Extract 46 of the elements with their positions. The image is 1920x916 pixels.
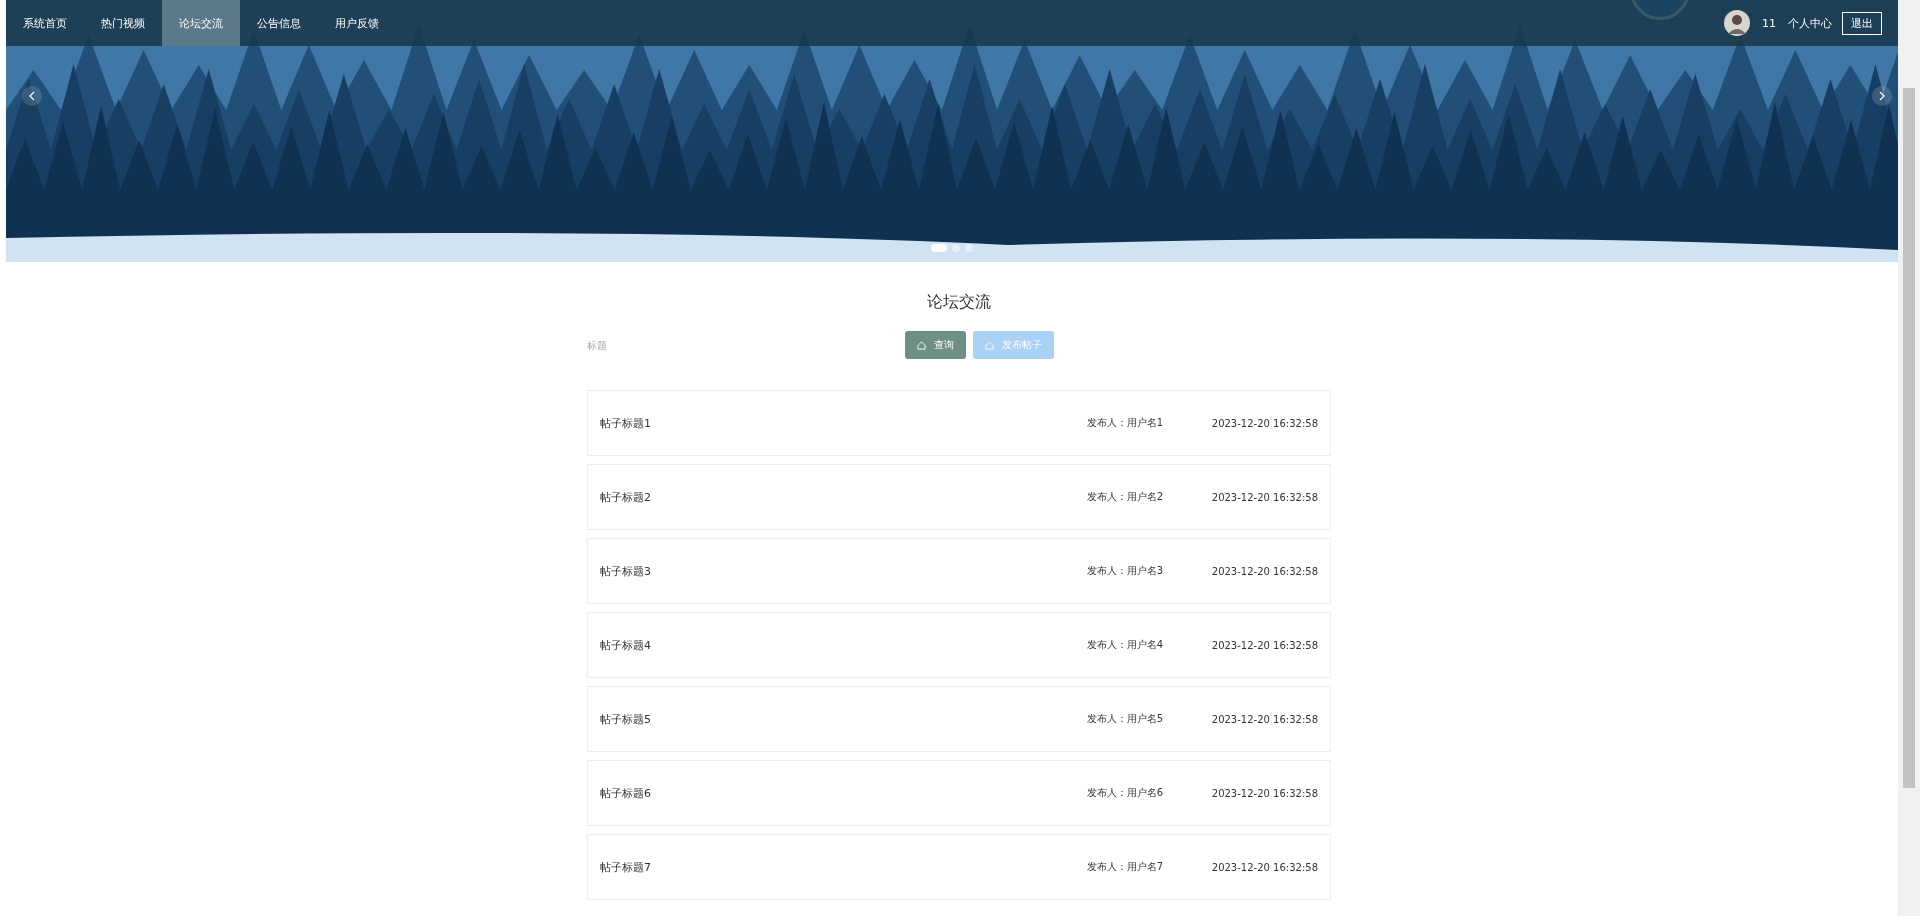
home-icon [985, 340, 994, 350]
post-time: 2023-12-20 16:32:58 [1211, 639, 1318, 651]
post-card[interactable]: 帖子标题1 发布人：用户名1 2023-12-20 16:32:58 [587, 390, 1331, 456]
post-time: 2023-12-20 16:32:58 [1211, 417, 1318, 429]
post-card[interactable]: 帖子标题4 发布人：用户名4 2023-12-20 16:32:58 [587, 612, 1331, 678]
post-time: 2023-12-20 16:32:58 [1211, 565, 1318, 577]
post-author: 发布人：用户名1 [1086, 416, 1165, 430]
user-name: 11 [1762, 16, 1776, 30]
nav-tab[interactable]: 热门视频 [84, 0, 162, 46]
nav-tab[interactable]: 用户反馈 [318, 0, 396, 46]
post-author: 发布人：用户名6 [1086, 786, 1165, 800]
post-title: 帖子标题3 [600, 563, 652, 579]
carousel-dot[interactable] [952, 244, 960, 252]
post-card[interactable]: 帖子标题5 发布人：用户名5 2023-12-20 16:32:58 [587, 686, 1331, 752]
post-time: 2023-12-20 16:32:58 [1211, 787, 1318, 799]
nav-tab[interactable]: 论坛交流 [162, 0, 240, 46]
post-card[interactable]: 帖子标题2 发布人：用户名2 2023-12-20 16:32:58 [587, 464, 1331, 530]
post-card[interactable]: 帖子标题6 发布人：用户名6 2023-12-20 16:32:58 [587, 760, 1331, 826]
nav-tab[interactable]: 系统首页 [6, 0, 84, 46]
post-card[interactable]: 帖子标题7 发布人：用户名7 2023-12-20 16:32:58 [587, 834, 1331, 900]
logout-button[interactable]: 退出 [1842, 11, 1882, 35]
post-title: 帖子标题7 [600, 859, 652, 875]
post-card[interactable]: 帖子标题3 发布人：用户名3 2023-12-20 16:32:58 [587, 538, 1331, 604]
nav-tab[interactable]: 公告信息 [240, 0, 318, 46]
chevron-right-icon[interactable] [1872, 86, 1892, 106]
avatar-icon [1724, 10, 1750, 36]
post-title: 帖子标题1 [600, 415, 652, 431]
post-time: 2023-12-20 16:32:58 [1211, 713, 1318, 725]
post-author: 发布人：用户名2 [1086, 490, 1165, 504]
scrollbar-thumb[interactable] [1903, 88, 1915, 788]
chevron-left-icon[interactable] [22, 86, 42, 106]
post-author: 发布人：用户名5 [1086, 712, 1165, 726]
post-title: 帖子标题2 [600, 489, 652, 505]
post-title: 帖子标题4 [600, 637, 652, 653]
post-time: 2023-12-20 16:32:58 [1211, 861, 1318, 873]
post-title: 帖子标题5 [600, 711, 652, 727]
home-icon [917, 340, 926, 350]
post-author: 发布人：用户名7 [1086, 860, 1165, 874]
post-title: 帖子标题6 [600, 785, 652, 801]
carousel-dot[interactable] [965, 244, 973, 252]
post-author: 发布人：用户名4 [1086, 638, 1165, 652]
post-time: 2023-12-20 16:32:58 [1211, 491, 1318, 503]
page-title: 论坛交流 [926, 292, 992, 313]
query-button[interactable]: 查询 [905, 331, 966, 359]
profile-link[interactable]: 个人中心 [1788, 15, 1832, 31]
post-author: 发布人：用户名3 [1086, 564, 1165, 578]
